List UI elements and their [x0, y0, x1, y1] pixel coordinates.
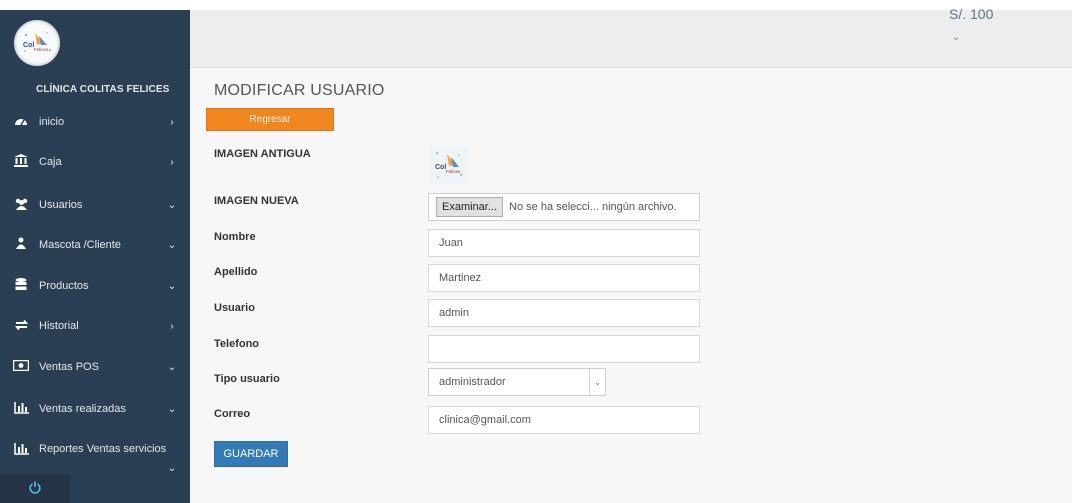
chevron-down-icon[interactable]: ⌄ — [952, 32, 960, 43]
apellido-field[interactable]: Martinez — [428, 264, 700, 292]
nombre-field[interactable]: Juan — [428, 229, 700, 257]
chevron-right-icon: › — [170, 320, 174, 332]
svg-text:Col: Col — [435, 164, 446, 171]
sidebar-item-caja[interactable]: Caja › — [0, 145, 190, 179]
sidebar-item-mascota-cliente[interactable]: Mascota /Cliente ⌄ — [0, 228, 190, 262]
sidebar-item-inicio[interactable]: inicio › — [0, 105, 190, 139]
old-image-thumbnail: Col Felices — [430, 146, 468, 184]
sidebar-item-label: Ventas POS — [39, 361, 99, 373]
chevron-down-icon: ⌄ — [167, 361, 177, 373]
sidebar-item-historial[interactable]: Historial › — [0, 309, 190, 343]
sidebar: Col Felices CLÍNICA COLITAS FELICES inic… — [0, 10, 190, 503]
usuario-label: Usuario — [214, 302, 255, 314]
correo-label: Correo — [214, 408, 251, 420]
tipo-usuario-select[interactable]: administrador ⌄ — [428, 368, 606, 396]
clinic-name: CLÍNICA COLITAS FELICES — [36, 84, 170, 95]
sidebar-item-label: Usuarios — [39, 199, 83, 211]
old-image-label: IMAGEN ANTIGUA — [214, 148, 311, 160]
sidebar-item-label: Mascota /Cliente — [39, 239, 121, 251]
tipo-usuario-value: administrador — [439, 376, 506, 388]
file-input[interactable]: Examinar... No se ha selecci... ningún a… — [428, 193, 700, 221]
chevron-down-icon: ⌄ — [167, 280, 177, 292]
page-title: MODIFICAR USUARIO — [214, 82, 385, 99]
top-navbar: S/. 100 ⌄ — [190, 6, 1072, 68]
chevron-down-icon: ⌄ — [167, 239, 177, 251]
money-icon — [12, 359, 30, 374]
svg-text:Felices: Felices — [446, 169, 461, 174]
nombre-label: Nombre — [214, 231, 256, 243]
sidebar-item-label: Caja — [39, 156, 62, 168]
chevron-right-icon: › — [170, 156, 174, 168]
dashboard-icon — [13, 115, 29, 130]
sidebar-item-label: Historial — [39, 320, 79, 332]
usuario-field[interactable]: admin — [428, 299, 700, 327]
bar-chart-icon — [13, 401, 29, 417]
logo-image: Col Felices — [18, 24, 56, 62]
sidebar-item-label: inicio — [39, 116, 65, 128]
sidebar-item-label: Ventas realizadas — [39, 403, 126, 415]
bank-icon — [13, 154, 29, 170]
sidebar-item-ventas-pos[interactable]: Ventas POS ⌄ — [0, 350, 190, 384]
power-icon — [29, 481, 41, 497]
logout-button[interactable] — [0, 474, 70, 503]
save-button[interactable]: GUARDAR — [214, 441, 288, 467]
sidebar-item-usuarios[interactable]: Usuarios ⌄ — [0, 188, 190, 222]
file-status: No se ha selecci... ningún archivo. — [509, 201, 677, 213]
pet-client-icon — [13, 237, 29, 253]
logo-image: Col Felices — [431, 147, 467, 183]
main-content: MODIFICAR USUARIO Regresar IMAGEN ANTIGU… — [190, 68, 1072, 503]
database-icon — [13, 278, 29, 294]
correo-field[interactable]: clinica@gmail.com — [428, 406, 700, 434]
chevron-down-icon: ⌄ — [589, 369, 605, 395]
telefono-label: Telefono — [214, 338, 260, 350]
history-icon — [13, 319, 29, 334]
balance-display[interactable]: S/. 100 — [949, 6, 993, 22]
sidebar-item-label: Reportes Ventas servicios — [39, 443, 167, 455]
browse-button[interactable]: Examinar... — [436, 197, 504, 217]
chevron-right-icon: › — [170, 116, 174, 128]
tipo-usuario-label: Tipo usuario — [214, 373, 280, 385]
back-button[interactable]: Regresar — [206, 108, 334, 131]
svg-text:Col: Col — [23, 42, 34, 49]
sidebar-item-ventas-realizadas[interactable]: Ventas realizadas ⌄ — [0, 392, 190, 426]
chevron-down-icon: ⌄ — [167, 199, 177, 211]
chevron-down-icon: ⌄ — [167, 463, 177, 474]
bar-chart-icon — [13, 443, 29, 458]
users-icon — [13, 198, 29, 213]
sidebar-item-label: Productos — [39, 280, 89, 292]
new-image-label: IMAGEN NUEVA — [214, 195, 299, 207]
svg-text:Felices: Felices — [34, 47, 49, 52]
sidebar-item-productos[interactable]: Productos ⌄ — [0, 269, 190, 303]
telefono-field[interactable] — [428, 335, 700, 363]
apellido-label: Apellido — [214, 266, 258, 278]
chevron-down-icon: ⌄ — [167, 403, 177, 415]
clinic-logo[interactable]: Col Felices — [14, 20, 60, 66]
